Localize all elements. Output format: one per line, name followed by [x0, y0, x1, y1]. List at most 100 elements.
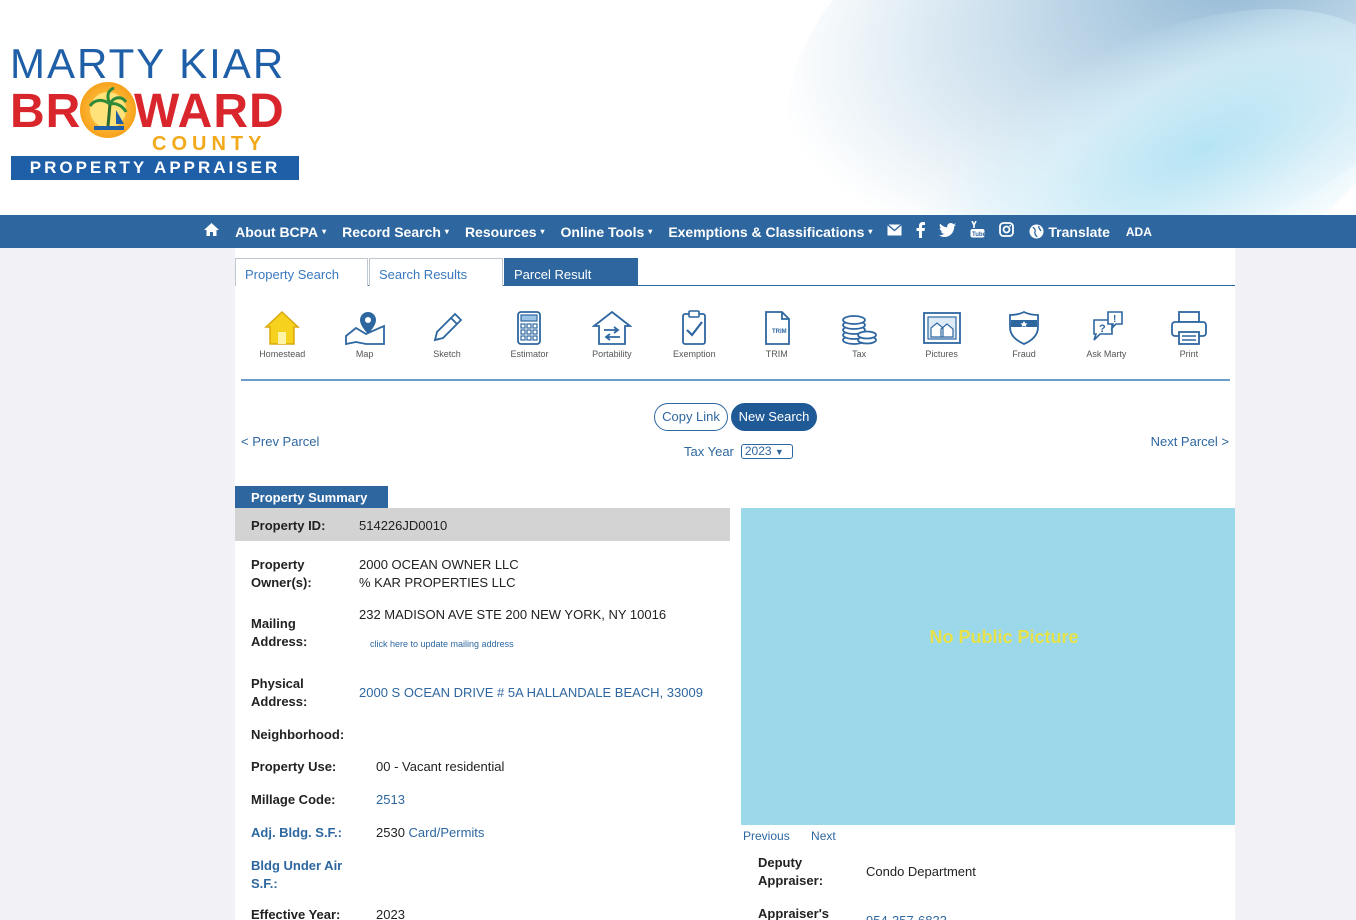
- nav-translate[interactable]: Translate: [1029, 224, 1110, 240]
- millage-code-link[interactable]: 2513: [376, 791, 405, 809]
- caret-down-icon: ▾: [322, 227, 327, 236]
- tax-year-label: Tax Year: [684, 444, 734, 459]
- physical-address-link[interactable]: 2000 S OCEAN DRIVE # 5A HALLANDALE BEACH…: [359, 684, 703, 702]
- site-header: MARTY KIAR BRO WARD COUNTY PROPERTY APPR…: [0, 0, 1356, 215]
- nav-online-tools[interactable]: Online Tools ▾: [561, 224, 653, 240]
- mailing-address-value: 232 MADISON AVE STE 200 NEW YORK, NY 100…: [359, 607, 667, 622]
- nav-resources[interactable]: Resources ▾: [465, 224, 545, 240]
- logo-line-name: MARTY KIAR: [10, 40, 286, 87]
- neighborhood-label: Neighborhood:: [251, 727, 345, 742]
- caret-down-icon: ▾: [648, 227, 653, 236]
- caret-down-icon: ▾: [444, 227, 449, 236]
- new-search-button[interactable]: New Search: [731, 403, 817, 431]
- tool-print[interactable]: Print: [1148, 310, 1230, 379]
- property-picture: No Public Picture: [741, 508, 1235, 825]
- pencil-icon: [433, 312, 463, 342]
- logo-line-county: COUNTY: [152, 133, 267, 155]
- tab-parcel-result[interactable]: Parcel Result: [504, 258, 638, 286]
- tab-property-search[interactable]: Property Search: [235, 258, 368, 286]
- tool-ask-marty[interactable]: ? ! Ask Marty: [1065, 310, 1147, 379]
- property-id-row: Property ID: 514226JD0010: [235, 508, 730, 541]
- facebook-icon[interactable]: [916, 221, 926, 242]
- instagram-icon[interactable]: [999, 222, 1015, 241]
- svg-text:?: ?: [1099, 323, 1106, 335]
- tax-year-picker: Tax Year 2023 ▼: [684, 444, 793, 459]
- tool-sketch[interactable]: Sketch: [406, 310, 488, 379]
- adj-bldg-sf-value: 2530 Card/Permits: [376, 825, 485, 840]
- property-summary-tab[interactable]: Property Summary: [235, 486, 388, 508]
- tax-year-select[interactable]: 2023 ▼: [740, 444, 793, 459]
- property-id-label: Property ID:: [251, 518, 326, 533]
- tool-homestead[interactable]: Homestead: [241, 310, 323, 379]
- bcpa-logo[interactable]: MARTY KIAR BRO WARD COUNTY PROPERTY APPR…: [10, 40, 300, 182]
- parcel-panel: Property Search Search Results Parcel Re…: [235, 248, 1235, 920]
- tool-bar: Homestead Map Sketch Estimator Portabili…: [241, 310, 1230, 381]
- envelope-icon[interactable]: [887, 223, 903, 240]
- tool-pictures[interactable]: Pictures: [900, 310, 982, 379]
- printer-icon: [1170, 311, 1207, 345]
- twitter-icon[interactable]: [939, 222, 957, 241]
- chevron-down-icon: ▼: [774, 447, 784, 457]
- chevron-right-icon: >: [1221, 434, 1229, 449]
- nav-record-search[interactable]: Record Search ▾: [342, 224, 449, 240]
- property-use-value: 00 - Vacant residential: [376, 759, 505, 774]
- tab-search-results[interactable]: Search Results: [369, 258, 503, 286]
- picture-nav: Previous Next: [743, 829, 836, 843]
- property-use-label: Property Use:: [251, 759, 337, 774]
- millage-code-label: Millage Code:: [251, 792, 336, 807]
- svg-text:!: !: [1113, 314, 1116, 325]
- adj-bldg-sf-label[interactable]: Adj. Bldg. S.F.:: [251, 824, 342, 842]
- tool-estimator[interactable]: Estimator: [488, 310, 570, 379]
- logo-line-broward: BRO WARD: [10, 85, 285, 138]
- update-mailing-link[interactable]: click here to update mailing address: [370, 635, 514, 653]
- coins-icon: [842, 315, 878, 345]
- question-bubble-icon: ? !: [1093, 311, 1124, 341]
- appraiser-phone-link[interactable]: 954-357-6833: [866, 912, 947, 920]
- nav-about-bcpa[interactable]: About BCPA ▾: [235, 224, 326, 240]
- effective-year-value: 2023: [376, 907, 405, 920]
- owner-label: Property Owner(s):: [251, 557, 312, 590]
- no-picture-text: No Public Picture: [929, 627, 1079, 647]
- tool-fraud[interactable]: Fraud: [983, 310, 1065, 379]
- globe-icon: [1029, 224, 1044, 239]
- caret-down-icon: ▾: [868, 227, 873, 236]
- home-arrows-icon: [591, 310, 632, 345]
- card-permits-link[interactable]: Card/Permits: [409, 825, 485, 840]
- logo-line-property-appraiser: PROPERTY APPRAISER: [11, 156, 299, 180]
- home-icon[interactable]: [203, 222, 220, 241]
- chevron-left-icon: <: [241, 434, 249, 449]
- property-id-value: 514226JD0010: [359, 518, 448, 533]
- clipboard-check-icon: [682, 310, 707, 345]
- result-tabs: Property Search Search Results Parcel Re…: [235, 258, 1235, 286]
- svg-text:TRIM: TRIM: [772, 329, 787, 335]
- picture-prev-link[interactable]: Previous: [743, 829, 790, 843]
- deputy-appraiser-label: Deputy Appraiser:: [758, 855, 824, 888]
- palm-sun-icon: [80, 82, 136, 138]
- deputy-appraiser-value: Condo Department: [866, 864, 976, 879]
- mailing-address-label: Mailing Address:: [251, 616, 308, 649]
- calculator-icon: [517, 311, 542, 345]
- tool-trim[interactable]: TRIM TRIM: [736, 310, 818, 379]
- next-parcel-link[interactable]: Next Parcel >: [1151, 434, 1229, 449]
- tool-tax[interactable]: Tax: [818, 310, 900, 379]
- tool-portability[interactable]: Portability: [571, 310, 653, 379]
- prev-parcel-link[interactable]: < Prev Parcel: [241, 434, 319, 449]
- tool-map[interactable]: Map: [323, 310, 405, 379]
- map-pin-icon: [344, 312, 385, 346]
- picture-icon: [922, 312, 961, 344]
- youtube-icon[interactable]: Tube: [970, 220, 987, 242]
- nav-exemptions[interactable]: Exemptions & Classifications ▾: [668, 224, 872, 240]
- copy-link-button[interactable]: Copy Link: [654, 403, 728, 431]
- nav-ada[interactable]: ADA: [1126, 225, 1152, 239]
- under-air-sf-label[interactable]: Bldg Under Air S.F.:: [251, 857, 342, 893]
- appraiser-phone-label: Appraiser's: [758, 906, 830, 920]
- physical-address-label: Physical Address:: [251, 676, 308, 709]
- caret-down-icon: ▾: [540, 227, 545, 236]
- tool-exemption[interactable]: Exemption: [653, 310, 735, 379]
- picture-next-link[interactable]: Next: [811, 829, 836, 843]
- owner-value: 2000 OCEAN OWNER LLC% KAR PROPERTIES LLC: [359, 557, 519, 590]
- document-icon: TRIM: [764, 311, 790, 345]
- svg-text:Tube: Tube: [972, 232, 985, 238]
- house-icon: [264, 310, 301, 345]
- main-nav: About BCPA ▾ Record Search ▾ Resources ▾ On…: [0, 215, 1356, 248]
